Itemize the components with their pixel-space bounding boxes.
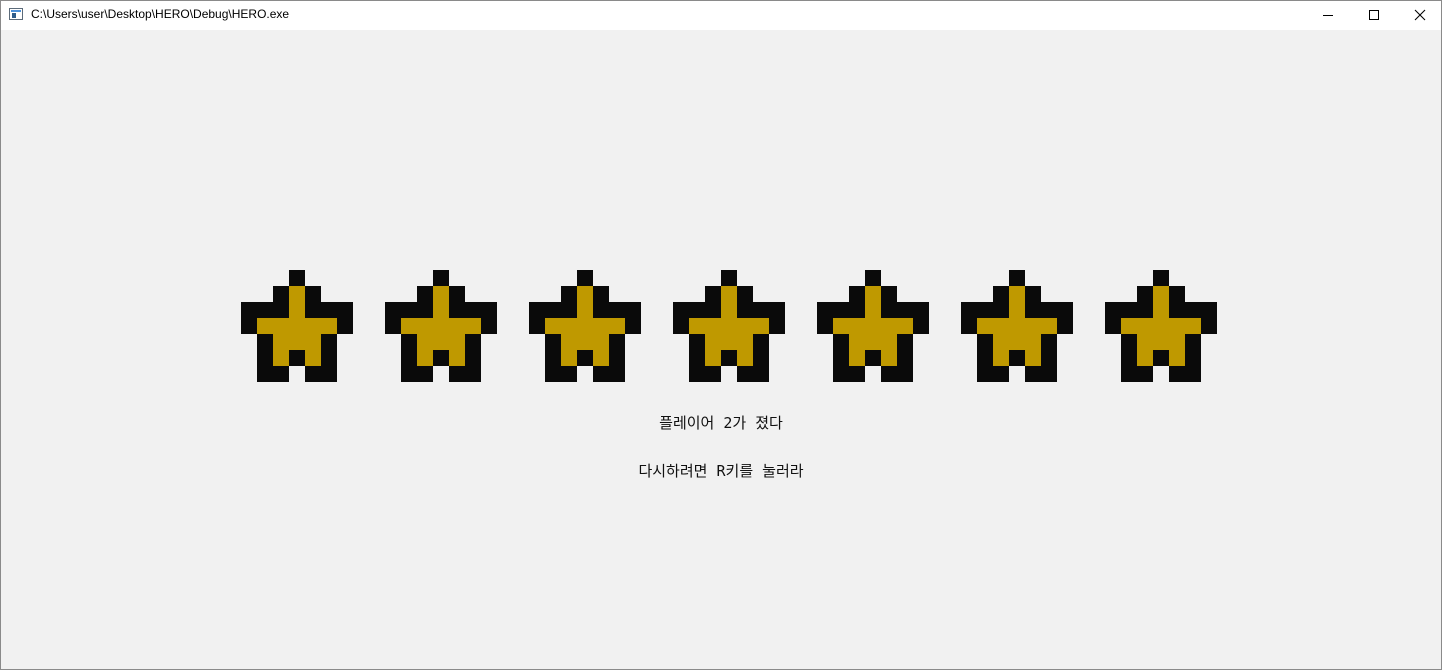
maximize-icon <box>1369 10 1379 20</box>
star-icon <box>961 270 1073 382</box>
star-row <box>241 270 1221 385</box>
minimize-icon <box>1323 15 1333 16</box>
window-title: C:\Users\user\Desktop\HERO\Debug\HERO.ex… <box>31 7 290 21</box>
console-app-icon <box>9 8 23 20</box>
close-button[interactable] <box>1397 1 1442 30</box>
star-icon <box>1105 270 1217 382</box>
console-window: C:\Users\user\Desktop\HERO\Debug\HERO.ex… <box>0 0 1442 670</box>
result-message: 플레이어 2가 졌다 <box>659 414 783 432</box>
minimize-button[interactable] <box>1305 1 1351 30</box>
star-icon <box>385 270 497 382</box>
star-icon <box>817 270 929 382</box>
console-client-area: 플레이어 2가 졌다 다시하려면 R키를 눌러라 <box>1 30 1441 669</box>
title-bar[interactable]: C:\Users\user\Desktop\HERO\Debug\HERO.ex… <box>1 1 1441 30</box>
star-icon <box>529 270 641 382</box>
star-icon <box>673 270 785 382</box>
star-icon <box>241 270 353 382</box>
restart-instruction: 다시하려면 R키를 눌러라 <box>638 462 804 480</box>
close-icon <box>1414 9 1426 21</box>
maximize-button[interactable] <box>1351 1 1397 30</box>
